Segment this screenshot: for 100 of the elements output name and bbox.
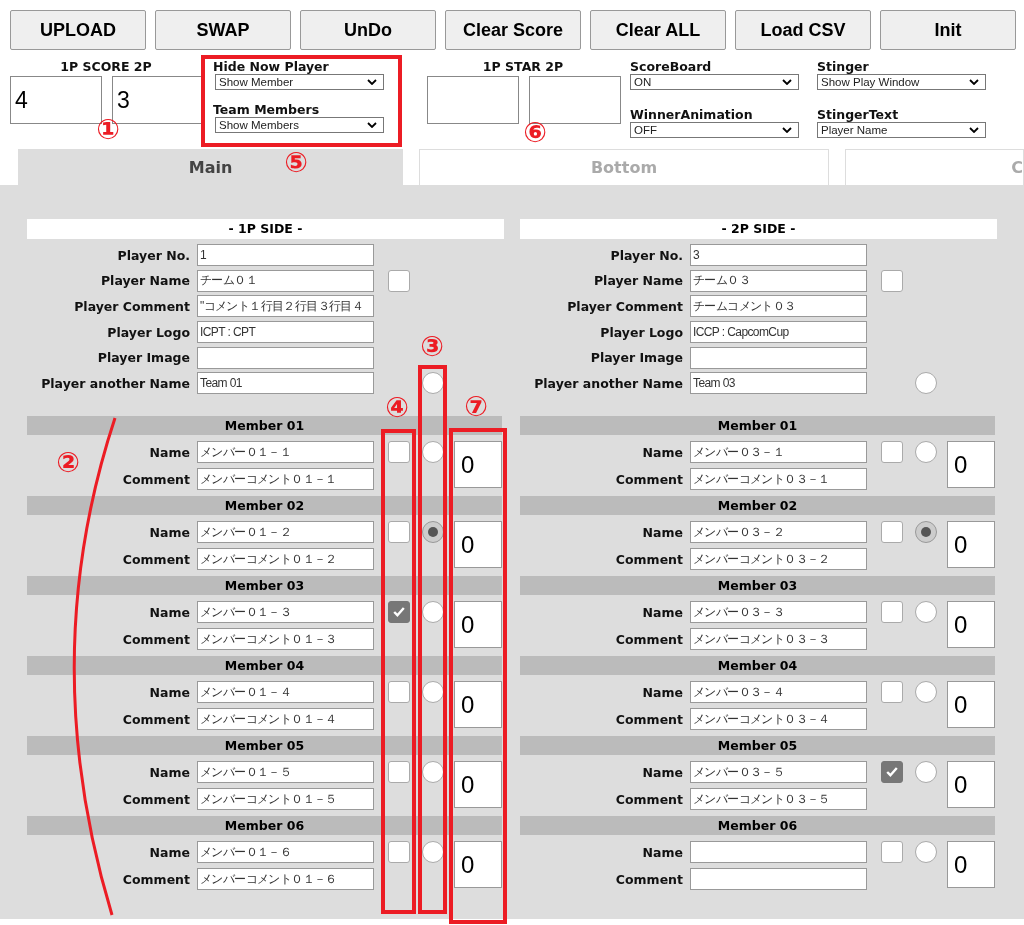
text-field[interactable]: チームコメント０３ [690,295,867,318]
text-field[interactable]: メンバーコメント０１－２ [197,548,374,571]
text-field[interactable]: メンバー０１－４ [197,681,374,704]
text-field[interactable]: チーム０３ [690,269,867,292]
field-label: Player Image [96,350,190,366]
checkbox[interactable] [881,601,903,624]
radio-button[interactable] [915,441,937,464]
dropdown[interactable]: Player Name [817,121,986,138]
toolbar-button[interactable]: Load CSV [735,10,871,50]
checkbox[interactable] [388,441,410,464]
dropdown[interactable]: ON [630,74,799,90]
count-input[interactable]: 0 [454,601,502,649]
text-field[interactable] [690,841,867,864]
text-field[interactable]: メンバーコメント０１－３ [197,628,374,651]
text-field[interactable]: チーム０１ [197,269,374,292]
star-input[interactable] [427,76,519,124]
member-header: Member 01 [27,416,502,436]
checkbox[interactable] [881,841,903,864]
text-field[interactable]: メンバーコメント０３－４ [690,708,867,731]
checkbox[interactable] [881,441,903,464]
dropdown[interactable]: OFF [630,121,799,138]
checkbox[interactable] [881,681,903,704]
checkbox[interactable] [388,761,410,784]
text-field[interactable] [690,868,867,891]
radio-button[interactable] [422,761,444,784]
count-input[interactable]: 0 [454,841,502,889]
radio-button[interactable] [915,521,937,544]
text-field[interactable]: メンバー０３－２ [690,521,867,544]
text-field[interactable] [197,346,374,369]
dropdown[interactable]: Show Play Window [817,74,986,90]
member-header: Member 02 [27,496,502,516]
checkbox[interactable] [388,269,410,292]
count-input[interactable]: 0 [947,441,995,489]
text-field[interactable]: メンバーコメント０３－５ [690,788,867,811]
radio-button[interactable] [422,372,444,395]
text-field[interactable] [690,346,867,369]
checkbox[interactable] [388,601,410,624]
text-field[interactable]: メンバー０３－３ [690,601,867,624]
field-label: Name [641,844,683,860]
radio-button[interactable] [422,441,444,464]
radio-button[interactable] [915,841,937,864]
text-field[interactable]: メンバー０１－３ [197,601,374,624]
toolbar-button[interactable]: UnDo [300,10,436,50]
dropdown[interactable]: Show Members [215,117,384,133]
text-field[interactable]: メンバー０３－１ [690,441,867,464]
radio-button[interactable] [422,601,444,624]
field-label: Name [641,684,683,700]
text-field[interactable]: メンバー０３－４ [690,681,867,704]
count-input[interactable]: 0 [947,761,995,809]
checkbox[interactable] [388,521,410,544]
text-field[interactable]: メンバー０１－１ [197,441,374,464]
toolbar-button[interactable]: UPLOAD [10,10,146,50]
count-input[interactable]: 0 [947,521,995,569]
field-label: Comment [614,871,683,887]
text-field[interactable]: メンバーコメント０３－１ [690,468,867,491]
toolbar-button[interactable]: Clear ALL [590,10,726,50]
count-input[interactable]: 0 [947,681,995,729]
checkbox[interactable] [881,521,903,544]
toolbar-button[interactable]: Init [880,10,1016,50]
text-field[interactable]: メンバー０３－５ [690,761,867,784]
text-field[interactable]: メンバー０１－６ [197,841,374,864]
radio-button[interactable] [422,521,444,544]
field-label: Player another Name [533,375,683,391]
text-field[interactable]: メンバーコメント０１－５ [197,788,374,811]
radio-button[interactable] [915,681,937,704]
toolbar-button[interactable]: SWAP [155,10,291,50]
radio-button[interactable] [915,761,937,784]
text-field[interactable]: メンバー０１－２ [197,521,374,544]
checkbox[interactable] [388,841,410,864]
count-input[interactable]: 0 [947,841,995,889]
text-field[interactable]: 3 [690,244,867,266]
checkbox[interactable] [388,681,410,704]
count-input[interactable]: 0 [947,601,995,649]
text-field[interactable]: メンバーコメント０１－４ [197,708,374,731]
dropdown[interactable]: Show Member [215,74,384,90]
text-field[interactable]: ICPT : CPT [197,321,374,344]
count-input[interactable]: 0 [454,681,502,729]
field-label: Player Name [99,273,190,289]
text-field[interactable]: "コメント１行目２行目３行目４ [197,295,374,318]
count-input[interactable]: 0 [454,441,502,489]
toolbar-button[interactable]: Clear Score [445,10,581,50]
checkbox[interactable] [881,269,903,292]
text-field[interactable]: Team 03 [690,372,867,395]
radio-button[interactable] [422,841,444,864]
text-field[interactable]: ICCP : CapcomCup [690,321,867,344]
text-field[interactable]: メンバーコメント０１－６ [197,868,374,891]
text-field[interactable]: メンバーコメント０３－２ [690,548,867,571]
text-field[interactable]: 1 [197,244,374,266]
radio-button[interactable] [915,372,937,395]
field-label: Player Name [592,273,683,289]
count-input[interactable]: 0 [454,761,502,809]
radio-button[interactable] [422,681,444,704]
text-field[interactable]: メンバー０１－５ [197,761,374,784]
text-field[interactable]: メンバーコメント０１－１ [197,468,374,491]
radio-button[interactable] [915,601,937,624]
count-input[interactable]: 0 [454,521,502,569]
checkbox[interactable] [881,761,903,784]
text-field[interactable]: メンバーコメント０３－３ [690,628,867,651]
text-field[interactable]: Team 01 [197,372,374,395]
star-input[interactable] [529,76,621,124]
